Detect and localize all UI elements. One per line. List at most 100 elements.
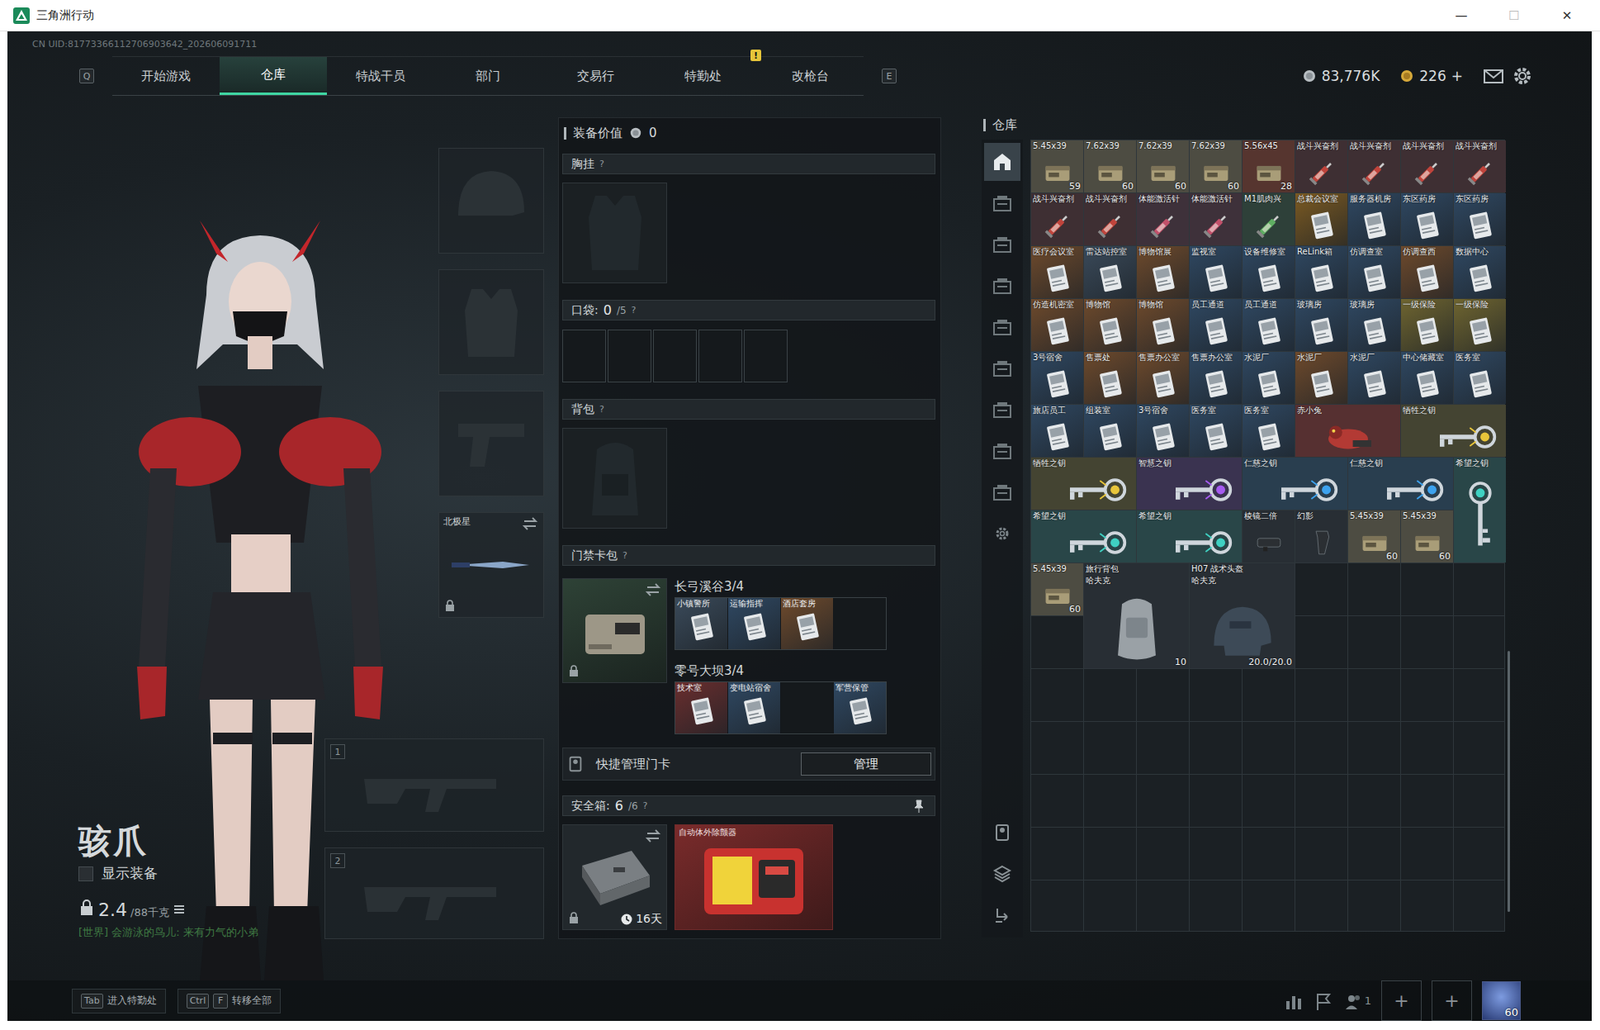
- inventory-item[interactable]: 战斗兴奋剂: [1348, 140, 1401, 193]
- next-tab-key[interactable]: E: [881, 68, 897, 84]
- window-control[interactable]: —: [1438, 8, 1485, 24]
- warehouse-tab[interactable]: [984, 184, 1021, 223]
- inventory-item[interactable]: 员工通道: [1189, 298, 1242, 351]
- inventory-item[interactable]: ReLink箱: [1295, 246, 1348, 299]
- inventory-item[interactable]: 旅店员工: [1031, 404, 1084, 457]
- inventory-item[interactable]: 东区药房: [1453, 193, 1506, 246]
- warehouse-tab[interactable]: [984, 266, 1021, 305]
- pistol-slot[interactable]: [438, 390, 545, 497]
- inventory-item[interactable]: 医疗会议室: [1031, 246, 1084, 299]
- inventory-item[interactable]: 5.45x3960: [1031, 563, 1084, 616]
- inventory-item[interactable]: 5.45x3960: [1348, 510, 1401, 563]
- add-party-slot[interactable]: +: [1381, 979, 1422, 1021]
- inventory-item[interactable]: 组装室: [1084, 404, 1137, 457]
- weapon-slot[interactable]: 1: [324, 738, 545, 832]
- safe-item[interactable]: 自动体外除颤器: [674, 823, 834, 930]
- help-icon[interactable]: ?: [631, 304, 637, 316]
- pocket-slot[interactable]: [653, 329, 697, 383]
- keycard-slot[interactable]: [833, 597, 886, 649]
- inventory-item[interactable]: 博物馆: [1084, 298, 1137, 351]
- add-party-slot[interactable]: +: [1431, 979, 1473, 1021]
- inventory-item[interactable]: 7.62x3960: [1136, 140, 1189, 193]
- inventory-item[interactable]: 希望之钥: [1453, 457, 1506, 563]
- inventory-item[interactable]: 棱镜二倍: [1242, 510, 1295, 563]
- window-control[interactable]: ✕: [1543, 8, 1591, 24]
- friends[interactable]: 1: [1343, 991, 1372, 1010]
- shortcut-hint[interactable]: CtrlF转移全部: [177, 988, 282, 1014]
- keycard-slot[interactable]: 技术室: [675, 681, 728, 734]
- add-currency-button[interactable]: +: [1451, 67, 1463, 85]
- warehouse-settings[interactable]: [984, 514, 1021, 553]
- inventory-item[interactable]: 设备维修室: [1242, 246, 1295, 299]
- inventory-item[interactable]: 5.45x3959: [1031, 140, 1084, 193]
- scrollbar[interactable]: [1507, 143, 1511, 936]
- inventory-item[interactable]: 东区药房: [1401, 193, 1454, 246]
- show-equipment[interactable]: 显示装备: [78, 863, 259, 883]
- inventory-item[interactable]: 旅行背包哈夫克10: [1084, 563, 1189, 668]
- inventory-item[interactable]: 监视室: [1189, 246, 1242, 299]
- inventory-item[interactable]: 希望之钥: [1136, 510, 1242, 563]
- warehouse-tab[interactable]: [984, 142, 1021, 181]
- backpack-slot[interactable]: [562, 427, 668, 529]
- inventory-item[interactable]: 智慧之钥: [1136, 457, 1242, 510]
- inventory-item[interactable]: 一级保险: [1401, 298, 1454, 351]
- inventory-item[interactable]: 玻璃房: [1348, 298, 1401, 351]
- inventory-item[interactable]: 服务器机房: [1348, 193, 1401, 246]
- inventory-item[interactable]: 员工通道: [1242, 298, 1295, 351]
- help-icon[interactable]: ?: [599, 158, 605, 170]
- inventory-item[interactable]: 3号宿舍: [1136, 404, 1189, 457]
- keycard-slot[interactable]: 变电站宿舍: [728, 681, 781, 734]
- warehouse-tab[interactable]: [984, 225, 1021, 264]
- inventory-item[interactable]: 博物馆展: [1136, 246, 1189, 299]
- helmet-slot[interactable]: [438, 147, 545, 254]
- inventory-item[interactable]: 玻璃房: [1295, 298, 1348, 351]
- inventory-item[interactable]: 7.62x3960: [1189, 140, 1242, 193]
- help-icon[interactable]: ?: [599, 403, 605, 415]
- inventory-item[interactable]: M1肌肉兴: [1242, 193, 1295, 246]
- warehouse-tool[interactable]: [984, 895, 1021, 934]
- warehouse-tab[interactable]: [984, 431, 1021, 470]
- inventory-item[interactable]: 售票办公室: [1189, 351, 1242, 404]
- inventory-item[interactable]: 5.45x3960: [1401, 510, 1454, 563]
- inventory-item[interactable]: 水泥厂: [1348, 351, 1401, 404]
- inventory-item[interactable]: 医务室: [1242, 404, 1295, 457]
- inventory-item[interactable]: 水泥厂: [1242, 351, 1295, 404]
- nav-tab[interactable]: 改枪台: [756, 56, 864, 95]
- inventory-item[interactable]: 一级保险: [1453, 298, 1506, 351]
- keycard-case[interactable]: [562, 577, 668, 683]
- inventory-item[interactable]: 中心储藏室: [1401, 351, 1454, 404]
- inventory-item[interactable]: 医务室: [1189, 404, 1242, 457]
- pocket-slot[interactable]: [562, 329, 606, 383]
- pocket-slot[interactable]: [743, 329, 788, 383]
- scroll-thumb[interactable]: [1507, 650, 1511, 912]
- shortcut-hint[interactable]: Tab进入特勤处: [71, 988, 166, 1014]
- checkbox[interactable]: [78, 866, 94, 881]
- inventory-item[interactable]: 战斗兴奋剂: [1031, 193, 1084, 246]
- inventory-item[interactable]: 总裁会议室: [1295, 193, 1348, 246]
- inventory-item[interactable]: 仿调查西: [1401, 246, 1454, 299]
- inventory-item[interactable]: 医务室: [1453, 351, 1506, 404]
- inventory-item[interactable]: 战斗兴奋剂: [1453, 140, 1506, 193]
- player-avatar[interactable]: 60: [1481, 980, 1521, 1020]
- nav-tab[interactable]: 交易行: [541, 56, 649, 95]
- nav-tab[interactable]: 开始游戏: [112, 56, 220, 95]
- inventory-item[interactable]: 赤小兔: [1295, 404, 1401, 457]
- melee-slot[interactable]: 北极星: [438, 511, 545, 618]
- inventory-item[interactable]: 战斗兴奋剂: [1084, 193, 1137, 246]
- nav-tab[interactable]: 仓库: [219, 56, 327, 95]
- inventory-item[interactable]: 数据中心: [1453, 246, 1506, 299]
- keycard-slot[interactable]: 运输指挥: [728, 597, 781, 649]
- prev-tab-key[interactable]: Q: [79, 68, 95, 84]
- inventory-item[interactable]: 水泥厂: [1295, 351, 1348, 404]
- help-icon[interactable]: ?: [643, 800, 649, 811]
- warehouse-tab[interactable]: [984, 473, 1021, 512]
- mail-icon[interactable]: [1482, 66, 1505, 86]
- nav-tab[interactable]: 特勤处!: [648, 56, 757, 95]
- inventory-item[interactable]: 雷达站控室: [1084, 246, 1137, 299]
- inventory-item[interactable]: 牺牲之钥: [1031, 457, 1137, 510]
- stats-icon[interactable]: [1283, 990, 1304, 1011]
- inventory-item[interactable]: 7.62x3960: [1084, 140, 1137, 193]
- inventory-item[interactable]: 仁慈之钥: [1348, 457, 1454, 510]
- warehouse-tab[interactable]: [984, 349, 1021, 388]
- window-control[interactable]: ☐: [1491, 8, 1538, 24]
